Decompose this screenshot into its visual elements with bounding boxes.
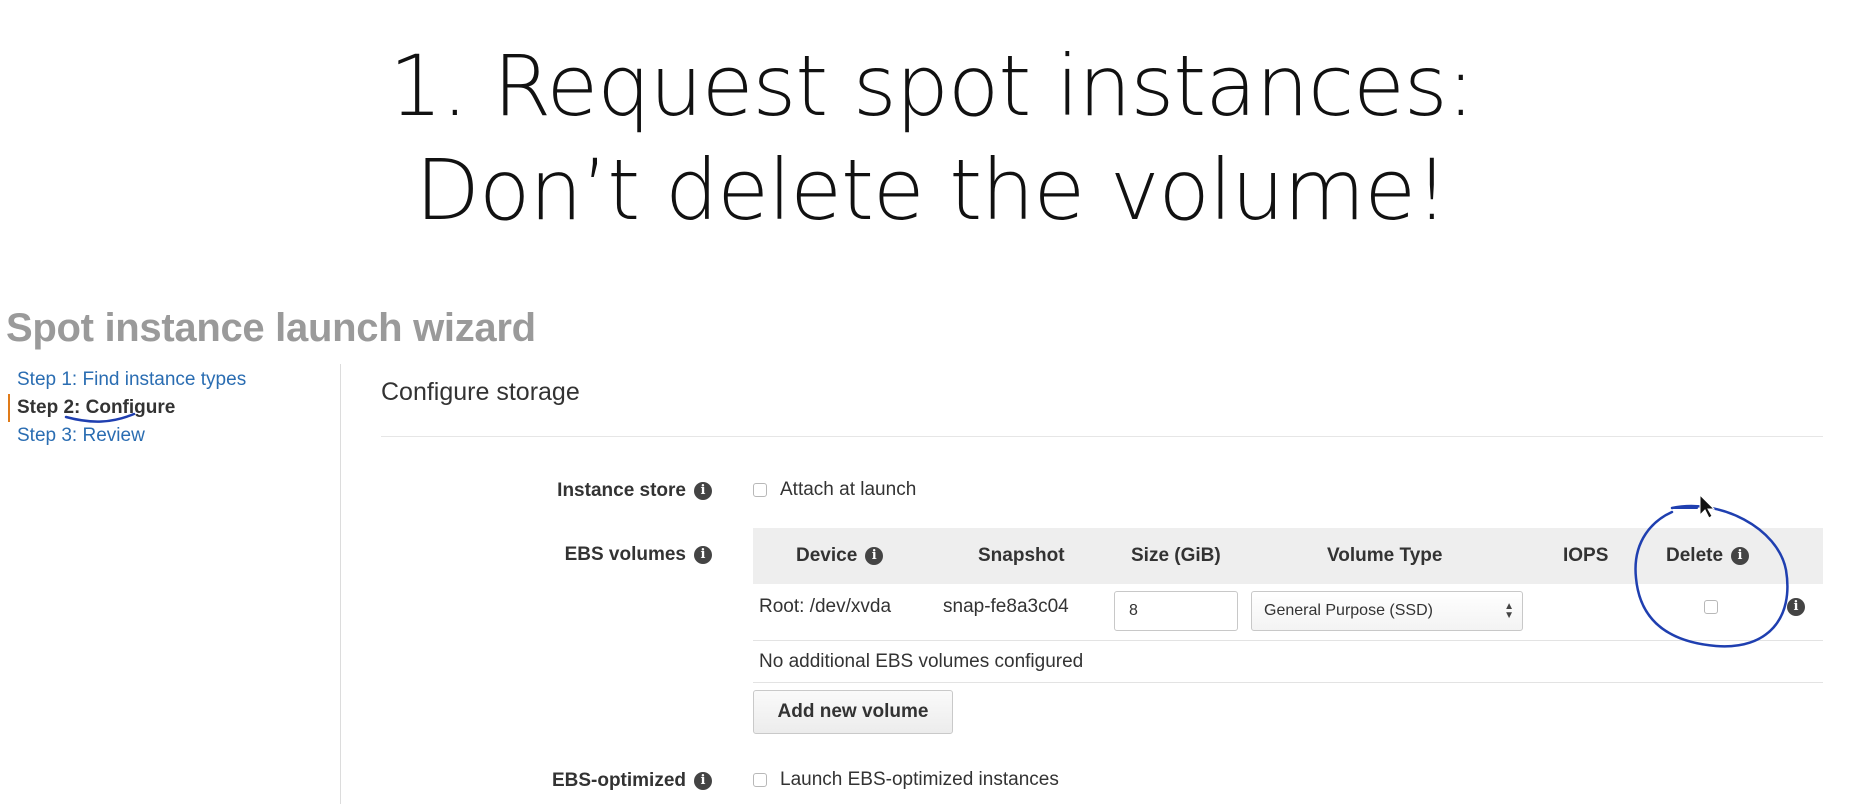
updown-arrows-icon: ▲ ▼ (1504, 601, 1514, 621)
column-snapshot: Snapshot (978, 545, 1065, 566)
column-delete: Delete i (1666, 545, 1750, 567)
section-divider (381, 436, 1823, 437)
ebs-table-header: Device i Snapshot Size (GiB) Volume Type … (753, 528, 1823, 584)
volume-type-value: General Purpose (SSD) (1264, 602, 1433, 619)
section-title: Configure storage (381, 378, 580, 406)
info-icon[interactable]: i (694, 546, 712, 564)
step-find-instance-types[interactable]: Step 1: Find instance types (8, 366, 328, 394)
add-new-volume-button[interactable]: Add new volume (753, 690, 953, 734)
column-delete-label: Delete (1666, 545, 1724, 566)
root-device-cell: Root: /dev/xvda (759, 596, 892, 617)
info-icon[interactable]: i (1787, 598, 1805, 616)
column-iops: IOPS (1563, 545, 1609, 566)
column-volume-type: Volume Type (1327, 545, 1443, 566)
attach-at-launch-checkbox[interactable] (753, 483, 767, 497)
info-icon[interactable]: i (694, 772, 712, 790)
slide-title-line-2: Don’t delete the volume! (415, 141, 1448, 239)
step-configure[interactable]: Step 2: Configure (8, 394, 328, 422)
ebs-optimized-row: Launch EBS-optimized instances (753, 769, 1059, 791)
wizard-steps-nav: Step 1: Find instance types Step 2: Conf… (8, 366, 328, 450)
delete-on-termination-checkbox[interactable] (1704, 600, 1718, 614)
ebs-volumes-label: EBS volumes i (452, 544, 712, 566)
wizard-title: Spot instance launch wizard (6, 306, 536, 350)
ebs-optimized-label-text: EBS-optimized (551, 770, 686, 791)
column-device-label: Device (796, 545, 858, 566)
row-divider (753, 682, 1823, 683)
row-divider (753, 640, 1823, 641)
ebs-optimized-label: EBS-optimized i (452, 770, 712, 792)
column-device: Device i (796, 545, 884, 567)
instance-store-label: Instance store i (452, 480, 712, 502)
column-size: Size (GiB) (1131, 545, 1221, 566)
attach-at-launch-row: Attach at launch (753, 479, 916, 501)
instance-store-label-text: Instance store (557, 480, 686, 501)
info-icon[interactable]: i (1731, 546, 1750, 565)
step-review[interactable]: Step 3: Review (8, 422, 328, 450)
mouse-pointer-icon (1699, 493, 1716, 519)
ebs-optimized-checkbox[interactable] (753, 773, 767, 787)
snapshot-cell: snap-fe8a3c04 (943, 596, 1069, 617)
volume-type-select[interactable]: General Purpose (SSD) ▲ ▼ (1251, 591, 1523, 631)
info-icon[interactable]: i (694, 482, 712, 500)
size-input[interactable]: 8 (1114, 591, 1238, 631)
slide-title-line-1: 1. Request spot instances: (389, 37, 1475, 135)
ebs-optimized-checkbox-label: Launch EBS-optimized instances (780, 769, 1059, 790)
no-additional-volumes-message: No additional EBS volumes configured (759, 651, 1084, 672)
ebs-volumes-label-text: EBS volumes (564, 544, 686, 565)
info-icon[interactable]: i (865, 546, 884, 565)
nav-divider (340, 364, 341, 804)
attach-at-launch-label: Attach at launch (780, 479, 917, 500)
